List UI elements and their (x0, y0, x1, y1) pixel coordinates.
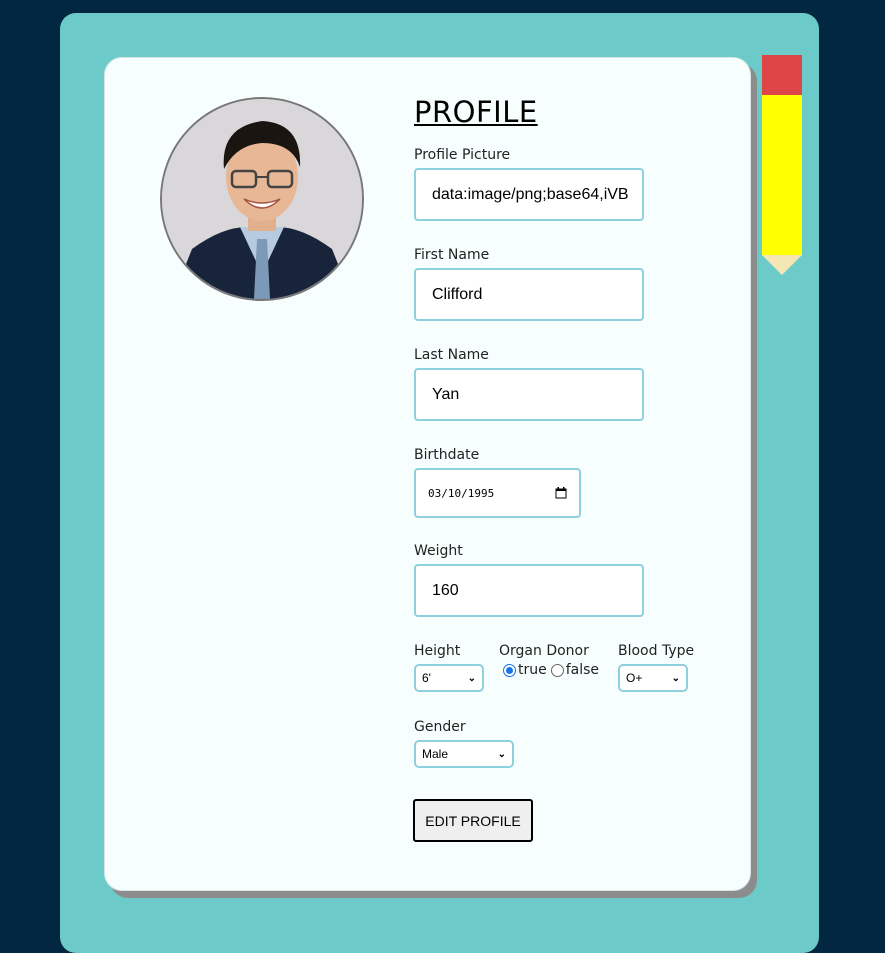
avatar-photo (162, 99, 362, 299)
organ-donor-label: Organ Donor (499, 643, 589, 659)
gender-select[interactable]: Male ⌄ (414, 740, 514, 768)
edit-profile-button[interactable]: EDIT PROFILE (413, 799, 533, 842)
organ-donor-true-label: true (518, 662, 547, 678)
organ-donor-options: true false (503, 662, 599, 678)
height-select[interactable]: 6' ⌄ (414, 664, 484, 692)
chevron-down-icon: ⌄ (671, 672, 680, 684)
chevron-down-icon: ⌄ (467, 672, 476, 684)
last-name-label: Last Name (414, 347, 489, 363)
pencil-eraser (762, 55, 802, 95)
weight-input[interactable] (414, 564, 644, 617)
calendar-icon[interactable] (555, 487, 567, 499)
blood-type-value: O+ (626, 671, 643, 685)
height-value: 6' (422, 671, 431, 685)
organ-donor-false-radio[interactable] (550, 663, 564, 677)
birthdate-label: Birthdate (414, 447, 480, 463)
blood-type-label: Blood Type (618, 643, 695, 659)
page-title: PROFILE (414, 95, 538, 129)
profile-picture-label: Profile Picture (414, 147, 511, 163)
pencil-body (762, 95, 802, 255)
organ-donor-true-radio[interactable] (503, 663, 516, 677)
first-name-input[interactable] (414, 268, 644, 321)
chevron-down-icon: ⌄ (497, 748, 506, 760)
gender-value: Male (422, 747, 449, 761)
height-label: Height (414, 643, 461, 659)
blood-type-select[interactable]: O+ ⌄ (618, 664, 688, 692)
birthdate-value: 03/10/1995 (428, 486, 495, 500)
birthdate-input[interactable]: 03/10/1995 (414, 468, 581, 518)
last-name-input[interactable] (414, 368, 644, 421)
profile-picture-input[interactable] (414, 168, 644, 221)
organ-donor-false-label: false (565, 662, 600, 678)
gender-label: Gender (414, 719, 466, 735)
pencil-tip (762, 255, 802, 275)
first-name-label: First Name (414, 247, 490, 263)
weight-label: Weight (414, 543, 463, 559)
avatar (160, 97, 364, 301)
